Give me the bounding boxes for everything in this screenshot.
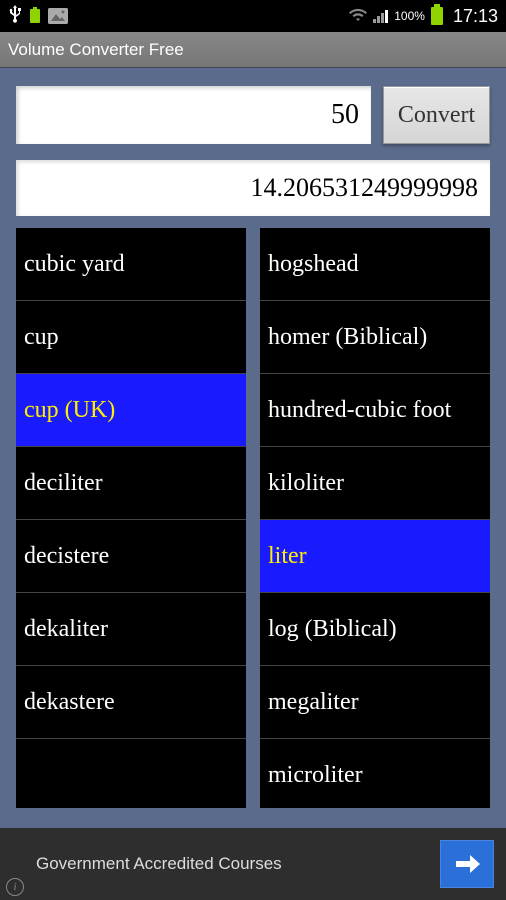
value-input[interactable] (16, 86, 371, 144)
input-row: Convert (16, 86, 490, 144)
list-item[interactable]: microliter (260, 739, 490, 808)
list-item[interactable]: log (Biblical) (260, 593, 490, 666)
list-item[interactable]: dekaliter (16, 593, 246, 666)
unit-lists: cubic yardcupcup (UK)deciliterdecistered… (16, 228, 490, 808)
signal-icon (373, 10, 388, 23)
list-item[interactable]: decistere (16, 520, 246, 593)
list-item[interactable]: dekastere (16, 666, 246, 739)
app-body: Convert 14.206531249999998 cubic yardcup… (0, 68, 506, 828)
list-item[interactable]: deciliter (16, 447, 246, 520)
list-item[interactable]: hogshead (260, 228, 490, 301)
status-right: 100% 17:13 (349, 6, 498, 27)
battery-icon (431, 7, 443, 25)
ad-text: Government Accredited Courses (36, 854, 282, 874)
battery-small-icon (30, 9, 40, 23)
ad-info-icon[interactable]: i (6, 878, 24, 896)
wifi-icon (349, 8, 367, 25)
usb-icon (8, 5, 22, 28)
list-item[interactable]: liter (260, 520, 490, 593)
app-title: Volume Converter Free (8, 40, 184, 60)
ad-banner[interactable]: i Government Accredited Courses (0, 828, 506, 900)
to-unit-list[interactable]: hogsheadhomer (Biblical)hundred-cubic fo… (260, 228, 490, 808)
app-title-bar: Volume Converter Free (0, 32, 506, 68)
status-bar: 100% 17:13 (0, 0, 506, 32)
convert-button[interactable]: Convert (383, 86, 490, 144)
list-item[interactable]: cup (UK) (16, 374, 246, 447)
battery-percent: 100% (394, 9, 425, 23)
list-item[interactable]: cup (16, 301, 246, 374)
from-unit-list[interactable]: cubic yardcupcup (UK)deciliterdecistered… (16, 228, 246, 808)
picture-icon (48, 8, 68, 24)
list-item[interactable]: hundred-cubic foot (260, 374, 490, 447)
ad-arrow-button[interactable] (440, 840, 494, 888)
result-output: 14.206531249999998 (16, 160, 490, 216)
list-item[interactable]: kiloliter (260, 447, 490, 520)
list-item[interactable]: homer (Biblical) (260, 301, 490, 374)
list-item[interactable]: megaliter (260, 666, 490, 739)
status-left (8, 5, 68, 28)
list-item[interactable]: cubic yard (16, 228, 246, 301)
result-value: 14.206531249999998 (251, 173, 479, 203)
clock: 17:13 (453, 6, 498, 27)
